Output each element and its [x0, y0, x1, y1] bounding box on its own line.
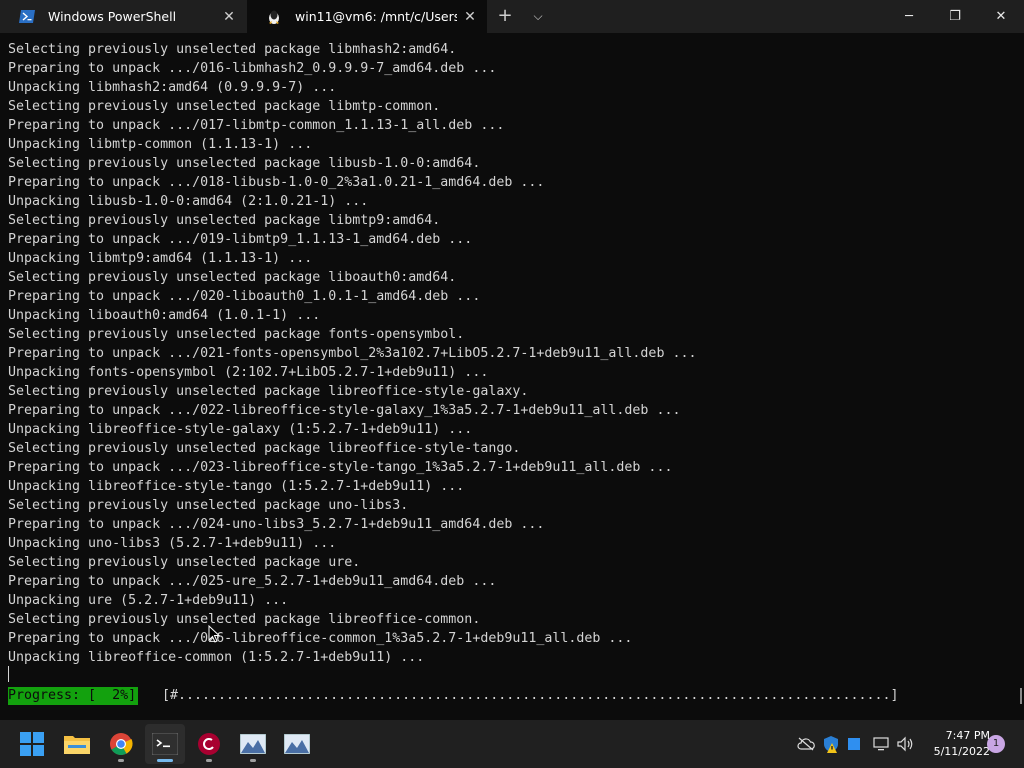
- scrollbar-thumb[interactable]: [1020, 688, 1022, 704]
- terminal-line: Selecting previously unselected package …: [8, 156, 481, 171]
- network-icon[interactable]: [871, 734, 891, 754]
- close-window-button[interactable]: ✕: [978, 0, 1024, 33]
- chrome-icon: [110, 733, 133, 755]
- terminal-line: Unpacking libusb-1.0-0:amd64 (2:1.0.21-1…: [8, 194, 369, 209]
- terminal-line: Selecting previously unselected package …: [8, 555, 361, 570]
- terminal-output[interactable]: Selecting previously unselected package …: [0, 33, 1024, 720]
- terminal-line: Preparing to unpack .../017-libmtp-commo…: [8, 118, 505, 133]
- terminal-line: Unpacking libreoffice-style-galaxy (1:5.…: [8, 422, 473, 437]
- taskbar: 7:47 PM 5/11/2022 1: [0, 720, 1024, 768]
- volume-icon[interactable]: [896, 734, 916, 754]
- chrome-button[interactable]: [101, 724, 141, 764]
- terminal-line: Selecting previously unselected package …: [8, 612, 481, 627]
- terminal-line: Unpacking libmhash2:amd64 (0.9.9.9-7) ..…: [8, 80, 337, 95]
- terminal-line: Preparing to unpack .../025-ure_5.2.7-1+…: [8, 574, 497, 589]
- terminal-line: Preparing to unpack .../016-libmhash2_0.…: [8, 61, 497, 76]
- clock[interactable]: 7:47 PM 5/11/2022: [920, 728, 990, 760]
- maximize-button[interactable]: ❐: [932, 0, 978, 33]
- running-indicator: [250, 759, 256, 762]
- linux-penguin-icon: [265, 10, 283, 24]
- windows-logo-icon: [20, 732, 44, 756]
- running-indicator: [206, 759, 212, 762]
- landscape-icon: [240, 734, 266, 754]
- clock-time: 7:47 PM: [945, 729, 990, 742]
- terminal-line: Unpacking ure (5.2.7-1+deb9u11) ...: [8, 593, 289, 608]
- terminal-line: Unpacking uno-libs3 (5.2.7-1+deb9u11) ..…: [8, 536, 337, 551]
- terminal-button[interactable]: [145, 724, 185, 764]
- terminal-icon: [152, 733, 178, 755]
- terminal-line: Preparing to unpack .../022-libreoffice-…: [8, 403, 681, 418]
- terminal-line: Selecting previously unselected package …: [8, 270, 457, 285]
- running-indicator: [118, 759, 124, 762]
- terminal-line: Unpacking libmtp9:amd64 (1.1.13-1) ...: [8, 251, 313, 266]
- terminal-line: Unpacking libreoffice-common (1:5.2.7-1+…: [8, 650, 425, 665]
- progress-label: Progress: [ 2%]: [8, 687, 139, 705]
- notification-badge[interactable]: 1: [987, 735, 1005, 753]
- close-tab-icon[interactable]: ✕: [216, 9, 242, 25]
- progress-bar-text: [#......................................…: [162, 688, 899, 703]
- minimize-button[interactable]: ─: [886, 0, 932, 33]
- landscape-icon: [284, 734, 310, 754]
- terminal-line: Unpacking liboauth0:amd64 (1.0.1-1) ...: [8, 308, 321, 323]
- blue-square-icon[interactable]: [844, 734, 864, 754]
- terminal-line: Selecting previously unselected package …: [8, 99, 441, 114]
- clock-date: 5/11/2022: [933, 745, 990, 758]
- terminal-line: Selecting previously unselected package …: [8, 327, 465, 342]
- terminal-line: Preparing to unpack .../024-uno-libs3_5.…: [8, 517, 545, 532]
- powershell-icon: [18, 10, 36, 24]
- app-mountain-2-button[interactable]: [277, 724, 317, 764]
- tab-wsl[interactable]: win11@vm6: /mnt/c/Users/VM6 ✕: [247, 0, 487, 33]
- terminal-line: Preparing to unpack .../019-libmtp9_1.1.…: [8, 232, 473, 247]
- terminal-line: Selecting previously unselected package …: [8, 441, 521, 456]
- tab-label: win11@vm6: /mnt/c/Users/VM6: [295, 9, 457, 24]
- terminal-line: Preparing to unpack .../026-libreoffice-…: [8, 631, 633, 646]
- title-bar: Windows PowerShell ✕ win11@vm6: /mnt/c/U…: [0, 0, 1024, 33]
- folder-icon: [64, 736, 90, 754]
- app-mountain-1-button[interactable]: [233, 724, 273, 764]
- terminal-line: Preparing to unpack .../021-fonts-opensy…: [8, 346, 697, 361]
- start-button[interactable]: [12, 724, 52, 764]
- cloud-off-icon[interactable]: [796, 734, 816, 754]
- terminal-line: Unpacking libmtp-common (1.1.13-1) ...: [8, 137, 313, 152]
- terminal-line: Selecting previously unselected package …: [8, 498, 409, 513]
- terminal-line: Selecting previously unselected package …: [8, 213, 441, 228]
- terminal-line: Preparing to unpack .../023-libreoffice-…: [8, 460, 673, 475]
- running-indicator: [157, 759, 173, 762]
- text-cursor: [8, 666, 9, 682]
- tab-label: Windows PowerShell: [48, 9, 177, 24]
- debian-button[interactable]: [189, 724, 229, 764]
- terminal-line: Selecting previously unselected package …: [8, 42, 457, 57]
- tab-windows-powershell[interactable]: Windows PowerShell ✕: [0, 0, 246, 33]
- terminal-line: Unpacking fonts-opensymbol (2:102.7+LibO…: [8, 365, 489, 380]
- terminal-line: Unpacking libreoffice-style-tango (1:5.2…: [8, 479, 465, 494]
- tab-dropdown-button[interactable]: ⌵: [528, 6, 548, 26]
- terminal-line: Selecting previously unselected package …: [8, 384, 529, 399]
- file-explorer-button[interactable]: [57, 724, 97, 764]
- defender-shield-icon[interactable]: [821, 734, 841, 754]
- terminal-line: Preparing to unpack .../018-libusb-1.0-0…: [8, 175, 545, 190]
- debian-swirl-icon: [198, 733, 220, 755]
- close-tab-icon[interactable]: ✕: [457, 9, 483, 25]
- terminal-line: Preparing to unpack .../020-liboauth0_1.…: [8, 289, 481, 304]
- mouse-pointer-icon: [208, 625, 220, 643]
- new-tab-button[interactable]: +: [495, 6, 515, 26]
